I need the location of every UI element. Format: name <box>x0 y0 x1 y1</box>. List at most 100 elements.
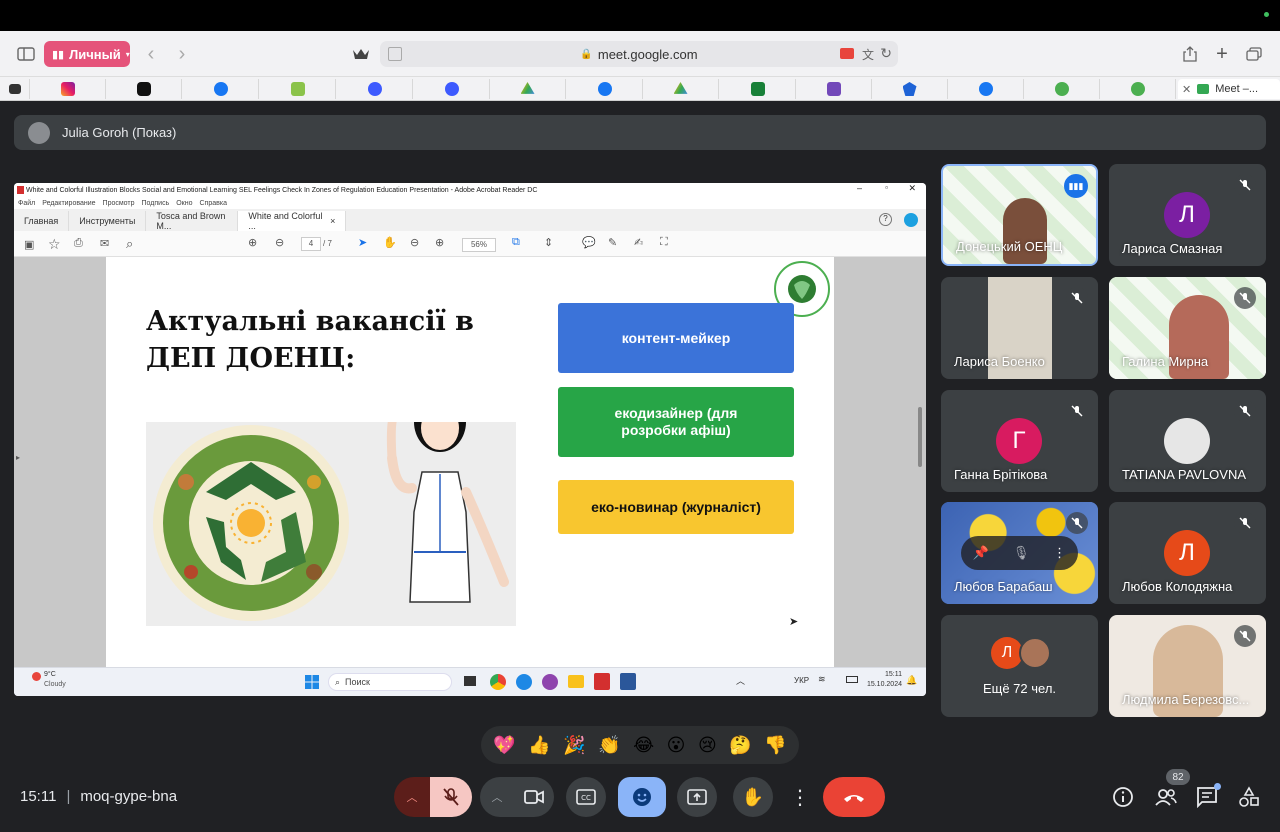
pinned-tab[interactable] <box>337 79 413 99</box>
participant-tile[interactable]: TATIANA PAVLOVNA <box>1109 390 1266 492</box>
tab-document-1[interactable]: Tosca and Brown M... <box>146 211 239 231</box>
fit-page-icon[interactable]: ⧉ <box>512 236 520 249</box>
mic-options-chevron-icon[interactable]: ︿ <box>394 777 430 817</box>
tab-home[interactable]: Главная <box>14 211 70 231</box>
page-down-icon[interactable]: ⊖ <box>275 236 284 249</box>
present-screen-button[interactable] <box>677 777 717 817</box>
participant-tile[interactable]: Лариса Боенко <box>941 277 1098 379</box>
pinned-tab[interactable] <box>260 79 336 99</box>
viber-icon[interactable] <box>542 674 558 690</box>
reader-icon[interactable] <box>388 47 402 61</box>
highlight-icon[interactable]: ✎ <box>608 236 617 249</box>
reaction-heart[interactable]: 💖 <box>493 735 515 756</box>
new-tab-icon[interactable]: + <box>1208 40 1236 68</box>
page-number-input[interactable]: 4 <box>301 237 321 251</box>
extension-icon[interactable] <box>347 40 375 68</box>
participant-tile[interactable]: Г Ганна Брiтiкова <box>941 390 1098 492</box>
profile-icon[interactable] <box>904 213 918 227</box>
chrome-icon[interactable] <box>490 674 506 690</box>
reaction-thinking[interactable]: 🤔 <box>729 735 751 756</box>
scroll-mode-icon[interactable]: ⇕ <box>544 236 553 249</box>
pinned-tab[interactable] <box>106 79 182 99</box>
mic-off-icon[interactable]: 🎙 <box>1013 545 1030 561</box>
meeting-details-button[interactable] <box>1112 786 1134 808</box>
forward-button[interactable]: › <box>168 40 196 68</box>
meeting-code[interactable]: moq-gype-bna <box>80 788 177 805</box>
save-icon[interactable]: ▣ <box>24 238 34 251</box>
pinned-tab[interactable] <box>1100 79 1176 99</box>
word-icon[interactable] <box>620 673 636 690</box>
people-button[interactable] <box>1154 786 1178 808</box>
tab-document-2[interactable]: White and Colorful ... × <box>238 211 347 231</box>
tray-chevron-icon[interactable]: ︿ <box>736 674 745 687</box>
participant-tile[interactable]: Л Лариса Смазная <box>1109 164 1266 266</box>
edge-icon[interactable] <box>516 674 532 690</box>
select-cursor-icon[interactable]: ➤ <box>358 236 367 249</box>
menu-view[interactable]: Просмотр <box>103 200 135 207</box>
page-up-icon[interactable]: ⊕ <box>248 236 257 249</box>
participant-tile[interactable]: 📌 🎙 ⋮ Любов Барабаш <box>941 502 1098 604</box>
reaction-party[interactable]: 🎉 <box>563 735 585 756</box>
pinned-tab[interactable] <box>643 79 719 99</box>
mail-icon[interactable]: ✉ <box>100 237 109 250</box>
leave-call-button[interactable] <box>823 777 885 817</box>
zoom-in-icon[interactable]: ⊕ <box>435 236 444 249</box>
maximize-icon[interactable]: ▫ <box>885 183 888 192</box>
more-participants-tile[interactable]: Л Ещё 72 чел. <box>941 615 1098 717</box>
participant-tile[interactable]: Л Любов Колодяжна <box>1109 502 1266 604</box>
pinned-tab[interactable] <box>796 79 872 99</box>
pinned-tab[interactable] <box>490 79 566 99</box>
share-icon[interactable] <box>1176 40 1204 68</box>
sidebar-toggle-icon[interactable] <box>12 40 40 68</box>
menu-file[interactable]: Файл <box>18 200 35 207</box>
menu-help[interactable]: Справка <box>200 200 227 207</box>
captions-button[interactable]: CC <box>566 777 606 817</box>
notification-bell-icon[interactable]: 🔔 <box>906 675 917 686</box>
translate-icon[interactable]: 文 <box>862 46 874 63</box>
participant-tile[interactable]: ▮▮▮ Донецький ОЕНЦ <box>941 164 1098 266</box>
reload-icon[interactable]: ↻ <box>880 45 892 62</box>
back-button[interactable]: ‹ <box>137 40 165 68</box>
more-options-icon[interactable]: ⋮ <box>1053 545 1066 561</box>
wifi-icon[interactable]: ≋ <box>818 674 826 685</box>
close-icon[interactable]: × <box>330 216 335 226</box>
scrollbar-thumb[interactable] <box>918 407 922 467</box>
menu-sign[interactable]: Подпись <box>142 200 170 207</box>
menu-edit[interactable]: Редактирование <box>42 200 95 207</box>
hand-tool-icon[interactable]: ✋ <box>383 236 397 249</box>
pinned-tab[interactable] <box>720 79 796 99</box>
minimize-icon[interactable]: – <box>857 183 862 193</box>
pinned-tab[interactable] <box>872 79 948 99</box>
help-icon[interactable]: ? <box>879 213 892 226</box>
tab-tools[interactable]: Инструменты <box>69 211 147 231</box>
profile-button[interactable]: ▮▮ Личный ▾ <box>44 41 130 67</box>
close-icon[interactable]: ✕ <box>1182 83 1191 96</box>
pinned-tab[interactable] <box>30 79 106 99</box>
left-panel-toggle-icon[interactable]: ▸ <box>16 453 20 462</box>
menu-window[interactable]: Окно <box>176 200 192 207</box>
star-icon[interactable]: ☆ <box>48 236 61 253</box>
pinned-tab[interactable] <box>567 79 643 99</box>
chat-button[interactable] <box>1196 783 1221 809</box>
pinned-tab[interactable] <box>948 79 1024 99</box>
pinned-tab[interactable] <box>0 79 30 99</box>
pinned-tab[interactable] <box>183 79 259 99</box>
address-bar[interactable]: 🔒 meet.google.com 文 ↻ <box>380 41 898 67</box>
zoom-select[interactable]: 56% <box>462 238 496 252</box>
draw-icon[interactable]: ✍ <box>634 236 643 249</box>
pinned-tab[interactable] <box>1024 79 1100 99</box>
reaction-thumbs-down[interactable]: 👎 <box>764 735 786 756</box>
windows-start-icon[interactable] <box>305 675 319 689</box>
active-tab[interactable]: ✕ Meet –... <box>1178 79 1280 99</box>
camera-in-use-icon[interactable] <box>840 48 854 59</box>
reaction-clap[interactable]: 👏 <box>598 735 620 756</box>
print-icon[interactable]: ⎙ <box>74 237 83 250</box>
comment-icon[interactable]: 💬 <box>582 236 596 249</box>
pin-icon[interactable]: 📌 <box>973 545 989 561</box>
folder-icon[interactable] <box>568 675 584 688</box>
emoji-reactions-button[interactable] <box>618 777 666 817</box>
pinned-tab[interactable] <box>414 79 490 99</box>
reaction-thumbs-up[interactable]: 👍 <box>528 735 550 756</box>
reaction-laugh[interactable]: 😂 <box>633 735 654 756</box>
zoom-out-icon[interactable]: ⊖ <box>410 236 419 249</box>
